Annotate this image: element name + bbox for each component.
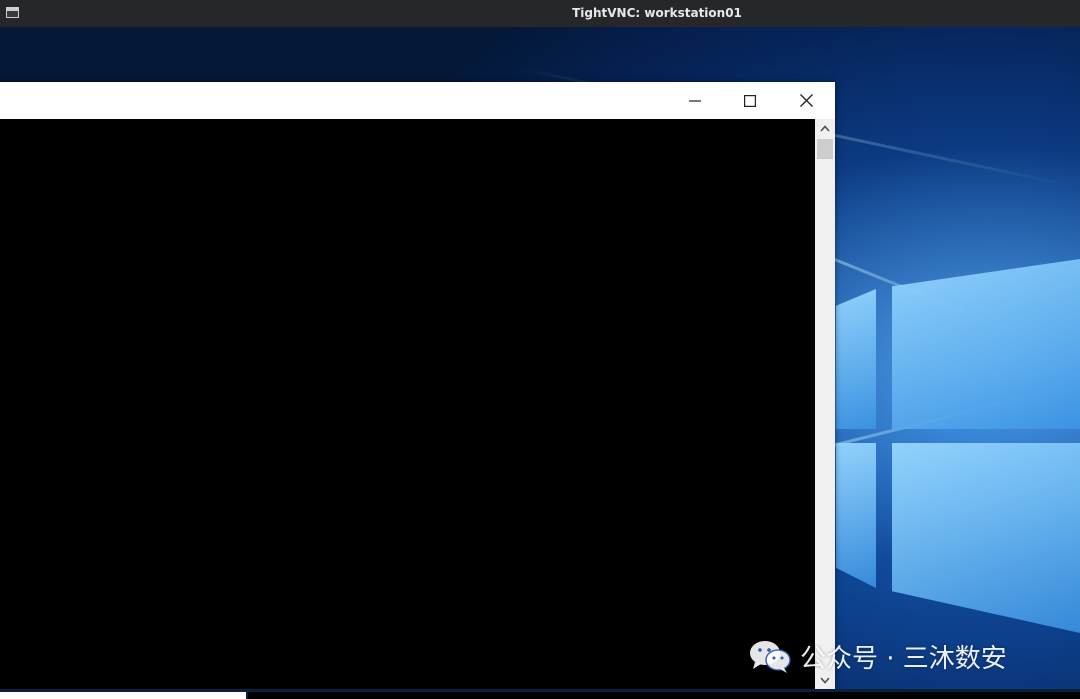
console-window[interactable] — [0, 82, 835, 689]
vertical-scrollbar[interactable] — [815, 119, 835, 689]
maximize-icon — [744, 94, 756, 107]
vnc-titlebar: TightVNC: workstation01 — [0, 0, 1080, 27]
windows-logo-pane — [836, 443, 876, 588]
watermark: 公众号 · 三沐数安 — [748, 636, 1007, 676]
taskbar-segment[interactable] — [0, 692, 246, 699]
close-icon — [799, 94, 813, 107]
minimize-icon — [689, 99, 701, 102]
console-output-area[interactable] — [0, 119, 815, 689]
chevron-up-icon — [820, 124, 830, 132]
scroll-up-button[interactable] — [815, 119, 835, 137]
console-titlebar[interactable] — [0, 82, 835, 119]
close-button[interactable] — [783, 82, 829, 119]
minimize-button[interactable] — [672, 82, 718, 119]
taskbar-segment[interactable] — [248, 692, 1080, 699]
scroll-thumb[interactable] — [817, 139, 833, 159]
windows-logo-pane — [892, 259, 1080, 429]
windows-logo-pane — [836, 289, 876, 429]
wechat-icon — [750, 641, 791, 673]
watermark-text: 公众号 · 三沐数安 — [800, 643, 1007, 674]
vnc-window-title: TightVNC: workstation01 — [572, 6, 742, 20]
taskbar[interactable] — [0, 689, 1080, 699]
chevron-down-icon — [820, 676, 830, 684]
maximize-button[interactable] — [727, 82, 773, 119]
windows-logo-pane — [892, 443, 1080, 633]
